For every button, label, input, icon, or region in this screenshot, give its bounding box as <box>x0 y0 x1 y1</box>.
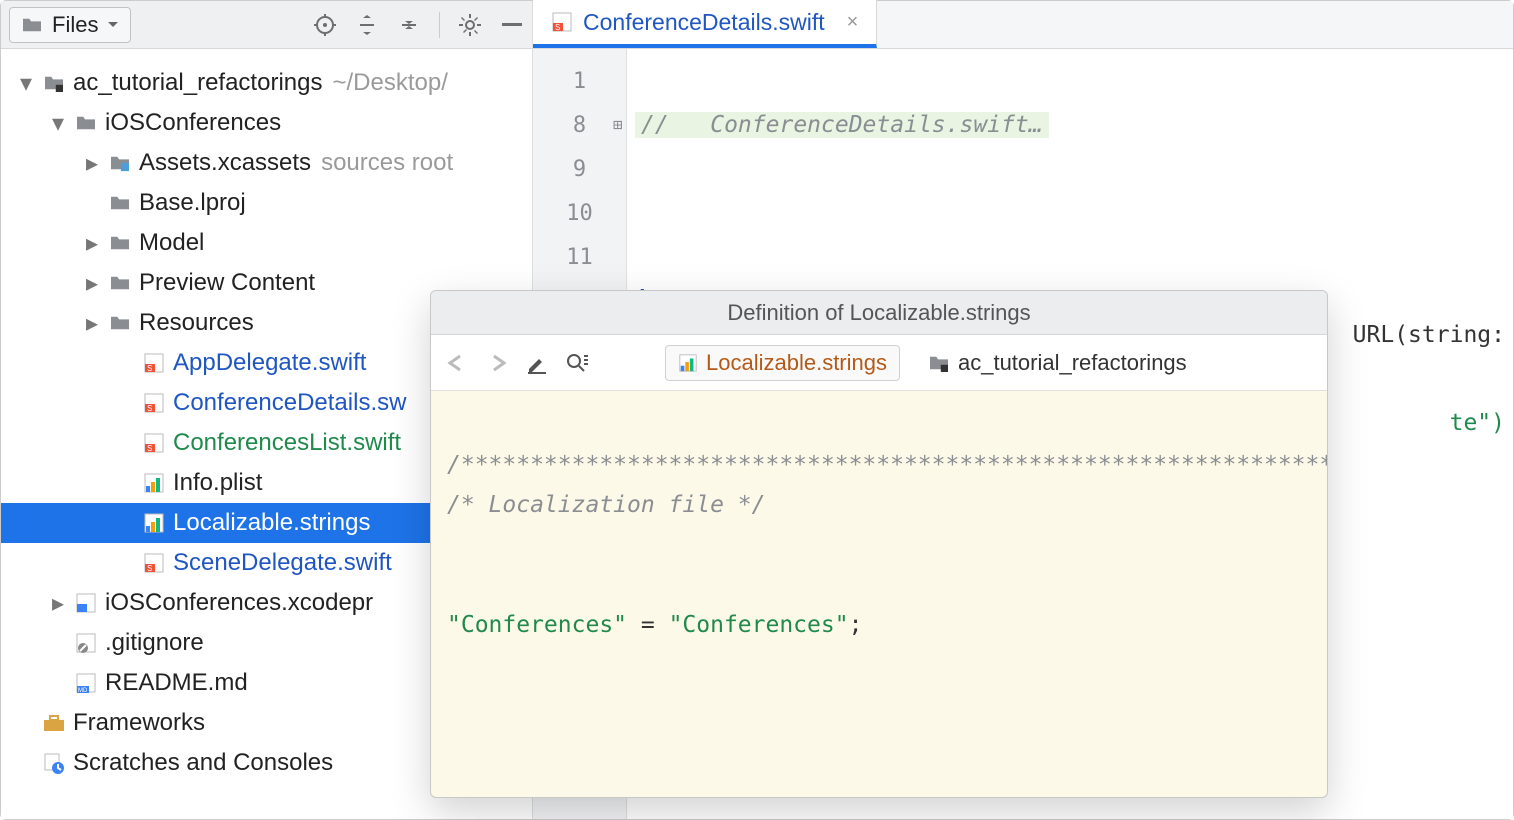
tree-item[interactable]: ▸ Model <box>1 223 532 263</box>
chevron-right-icon[interactable]: ▸ <box>49 589 67 618</box>
svg-text:S: S <box>147 564 152 573</box>
popup-code[interactable]: /***************************************… <box>431 391 1327 797</box>
svg-text:S: S <box>147 364 152 373</box>
code-folded-comment: // ConferenceDetails.swift… <box>635 112 1049 138</box>
sidebar-header: Files <box>1 1 532 49</box>
folder-icon <box>107 274 133 292</box>
swift-file-icon: S <box>141 552 167 574</box>
line-number: 1 <box>533 59 626 103</box>
gear-icon[interactable] <box>458 13 482 37</box>
strings-file-icon <box>678 353 698 373</box>
module-icon <box>928 354 950 372</box>
forward-arrow-icon[interactable] <box>485 351 509 375</box>
folder-icon <box>107 314 133 332</box>
separator <box>439 12 440 38</box>
quick-definition-popup: Definition of Localizable.strings Locali… <box>430 290 1328 798</box>
tab-filename: ConferenceDetails.swift <box>583 9 825 36</box>
gitignore-file-icon <box>73 632 99 654</box>
line-number: 11 <box>533 235 626 279</box>
chevron-down-icon[interactable]: ▾ <box>49 109 67 138</box>
collapse-all-icon[interactable] <box>397 13 421 37</box>
folder-icon <box>107 234 133 252</box>
swift-file-icon: S <box>141 432 167 454</box>
minimize-icon[interactable] <box>500 13 524 37</box>
svg-text:S: S <box>555 23 560 32</box>
svg-text:S: S <box>147 404 152 413</box>
chevron-right-icon[interactable]: ▸ <box>83 309 101 338</box>
scratches-icon <box>41 752 67 774</box>
popup-project-crumb[interactable]: ac_tutorial_refactorings <box>916 346 1199 380</box>
code-trailing: URL(string: <box>1353 313 1505 357</box>
folder-icon <box>73 114 99 132</box>
tree-item[interactable]: ▸ Base.lproj <box>1 183 532 223</box>
swift-file-icon: S <box>551 11 573 33</box>
chevron-down-icon[interactable]: ▾ <box>17 69 35 98</box>
plist-file-icon <box>141 472 167 494</box>
line-number: 10 <box>533 191 626 235</box>
module-icon <box>41 74 67 92</box>
popup-file-crumb[interactable]: Localizable.strings <box>665 345 900 381</box>
close-icon[interactable]: × <box>847 11 859 34</box>
editor-tab[interactable]: S ConferenceDetails.swift × <box>533 0 877 48</box>
tree-item[interactable]: ▸ Assets.xcassets sources root <box>1 143 532 183</box>
chevron-right-icon[interactable]: ▸ <box>83 229 101 258</box>
chevron-right-icon[interactable]: ▸ <box>83 149 101 178</box>
project-path: ~/Desktop/ <box>332 69 447 97</box>
tree-project-root[interactable]: ▾ ac_tutorial_refactorings ~/Desktop/ <box>1 63 532 103</box>
popup-title: Definition of Localizable.strings <box>431 291 1327 335</box>
svg-text:S: S <box>147 444 152 453</box>
folder-sources-icon <box>107 154 133 172</box>
sidebar-header-actions <box>313 12 524 38</box>
xcodeproj-icon <box>73 592 99 614</box>
code-trailing: te") <box>1450 410 1505 436</box>
expand-all-icon[interactable] <box>355 13 379 37</box>
folder-icon <box>20 13 44 37</box>
fold-plus-icon[interactable]: ⊞ <box>613 103 623 147</box>
chevron-down-icon <box>106 13 120 37</box>
back-arrow-icon[interactable] <box>445 351 469 375</box>
line-number: 9 <box>533 147 626 191</box>
markdown-file-icon: MD <box>73 672 99 694</box>
target-icon[interactable] <box>313 13 337 37</box>
swift-file-icon: S <box>141 352 167 374</box>
editor-tabs: S ConferenceDetails.swift × <box>533 1 1513 49</box>
ide-window: Files ▾ ac_tutorial_refactorings ~/Deskt… <box>0 0 1514 820</box>
popup-toolbar: Localizable.strings ac_tutorial_refactor… <box>431 335 1327 391</box>
strings-file-icon <box>141 512 167 534</box>
chevron-right-icon[interactable]: ▸ <box>83 269 101 298</box>
find-icon[interactable] <box>565 351 589 375</box>
svg-text:MD: MD <box>78 688 88 694</box>
files-label: Files <box>52 12 98 38</box>
swift-file-icon: S <box>141 392 167 414</box>
project-name: ac_tutorial_refactorings <box>73 69 322 97</box>
files-dropdown[interactable]: Files <box>9 7 131 43</box>
folder-icon <box>107 194 133 212</box>
edit-icon[interactable] <box>525 351 549 375</box>
tree-item[interactable]: ▾ iOSConferences <box>1 103 532 143</box>
toolbox-icon <box>41 713 67 733</box>
